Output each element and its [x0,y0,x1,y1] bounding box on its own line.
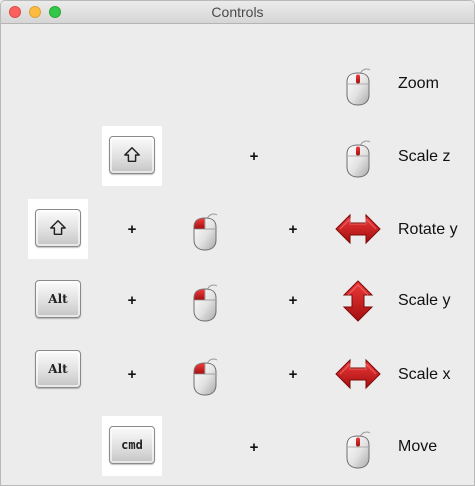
alt-key-label: Alt [48,292,68,306]
controls-window: Controls Zoom + Scale z + + Rotate y Alt [0,0,475,486]
mouse-left-click-icon [190,356,220,396]
key-tile-cmd: cmd [102,416,162,476]
controls-grid: Zoom + Scale z + + Rotate y Alt + + Scal… [1,24,474,485]
action-label-rotate-y: Rotate y [398,221,458,238]
key-tile-shift [102,126,162,186]
horizontal-double-arrow-icon [334,357,382,391]
cmd-key: cmd [109,426,155,464]
alt-key-label: Alt [48,362,68,376]
action-label-zoom: Zoom [398,75,439,92]
shift-icon [123,146,141,164]
mouse-left-click-icon [190,282,220,322]
vertical-double-arrow-icon [341,280,375,322]
plus-sign: + [127,292,137,309]
alt-key: Alt [35,350,81,388]
title-bar[interactable]: Controls [1,1,474,24]
mouse-left-click-icon [190,211,220,251]
mouse-icon [343,138,373,178]
plus-sign: + [249,439,259,456]
plus-sign: + [127,366,137,383]
horizontal-double-arrow-icon [334,212,382,246]
plus-sign: + [127,221,137,238]
alt-key: Alt [35,280,81,318]
plus-sign: + [288,221,298,238]
key-tile-shift [28,199,88,259]
shift-key [109,136,155,174]
mouse-icon [343,66,373,106]
action-label-scale-y: Scale y [398,292,451,309]
plus-sign: + [288,292,298,309]
window-title: Controls [211,4,264,20]
plus-sign: + [249,148,259,165]
action-label-scale-x: Scale x [398,366,451,383]
plus-sign: + [288,366,298,383]
action-label-scale-z: Scale z [398,148,451,165]
shift-key [35,209,81,247]
action-label-move: Move [398,438,438,455]
mouse-icon [343,429,373,469]
cmd-key-label: cmd [121,438,143,452]
shift-icon [49,219,67,237]
